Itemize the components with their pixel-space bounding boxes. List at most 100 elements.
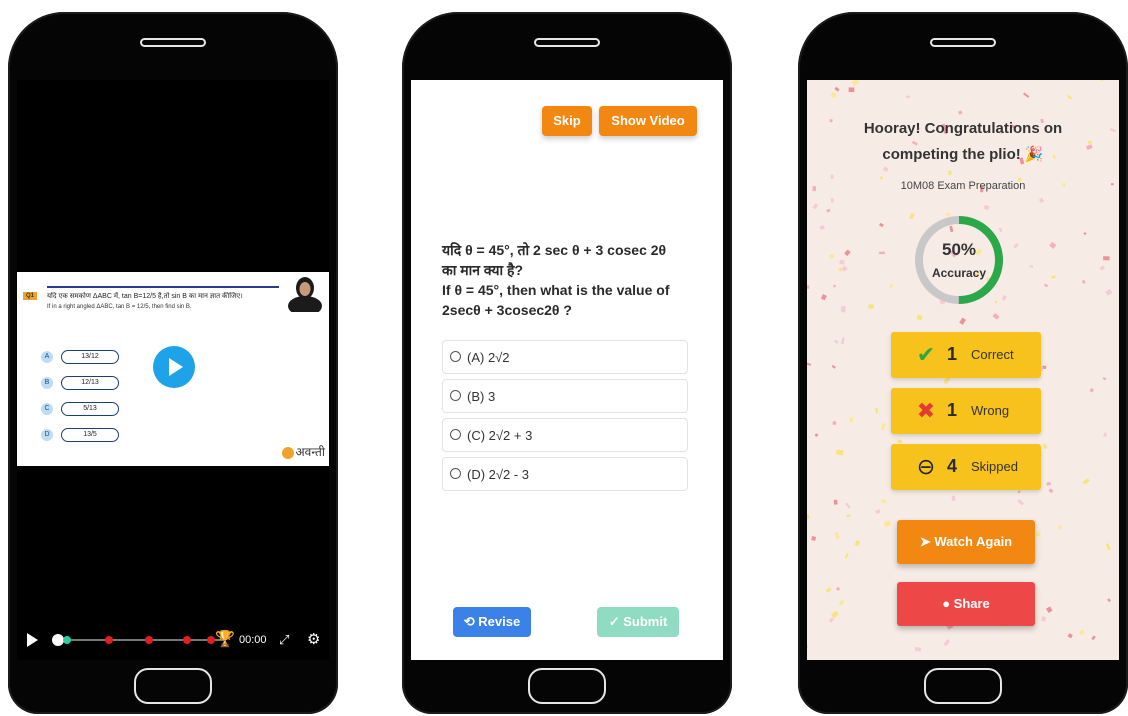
radio-icon[interactable] [450,390,461,401]
confetti-piece [1083,231,1087,236]
stat-correct: ✔ 1 Correct [891,332,1041,378]
home-button[interactable] [924,668,1002,704]
share-button[interactable]: ● Share [897,582,1035,626]
question-line: का मान क्या है? [442,262,524,278]
time-display: 00:00 [239,634,267,646]
confetti-piece [880,423,886,431]
phone-result: Hooray! Congratulations on competing the… [798,12,1128,714]
confetti-piece [807,285,810,289]
confetti-piece [834,86,840,92]
gear-icon[interactable]: ⚙ [307,630,320,648]
confetti-piece [1067,94,1073,100]
speaker-grille [930,38,996,47]
brand-logo-icon [281,446,294,459]
phone-video-player: Q1 यदि एक समकोण ΔABC में, tan B=12/5 है,… [8,12,338,714]
confetti-piece [807,644,809,649]
congrats-title-line: Hooray! Congratulations on [863,120,1063,137]
radio-icon[interactable] [450,468,461,479]
confetti-piece [881,499,887,504]
stat-skipped: ⊖ 4 Skipped [891,444,1041,490]
choice-label: (A) 2√2 [467,350,510,365]
question-marker[interactable] [207,636,215,644]
option-value: 5/13 [61,402,119,416]
question-english-text: If in a right angled ΔABC, tan B = 12/5,… [47,304,192,310]
question-line: 2secθ + 3cosec2θ ? [442,302,572,318]
confetti-piece [838,599,845,606]
skip-button[interactable]: Skip [542,106,592,136]
confetti-piece [878,251,885,255]
confetti-piece [1049,241,1057,249]
question-marker[interactable] [105,636,113,644]
radio-icon[interactable] [450,429,461,440]
confetti-piece [875,509,881,515]
confetti-piece [807,514,810,520]
choice-b[interactable]: (B) 3 [442,379,688,413]
seek-bar[interactable]: 🏆 [52,631,235,648]
watch-again-button[interactable]: ➤ Watch Again [897,520,1035,564]
stat-label: Skipped [971,459,1018,474]
phone-question: Skip Show Video यदि θ = 45°, तो 2 sec θ … [402,12,732,714]
confetti-piece [1051,275,1056,279]
confetti-piece [830,197,834,203]
question-badge: Q1 [23,292,38,300]
play-overlay-button[interactable] [153,346,195,388]
question-marker[interactable] [145,636,153,644]
speaker-grille [534,38,600,47]
confetti-piece [831,610,839,619]
confetti-piece [819,225,825,230]
confetti-piece [880,176,883,180]
confetti-piece [812,203,819,210]
confetti-piece [836,449,844,456]
confetti-piece [1105,288,1113,296]
confetti-piece [889,283,894,288]
confetti-piece [1099,265,1105,271]
submit-button[interactable]: ✓ Submit [597,607,679,637]
choice-c[interactable]: (C) 2√2 + 3 [442,418,688,452]
confetti-piece [840,306,846,313]
confetti-piece [832,420,837,426]
question-underline [47,286,279,288]
video-frame[interactable]: Q1 यदि एक समकोण ΔABC में, tan B=12/5 है,… [17,272,329,466]
confetti-piece [875,408,879,414]
video-screen: Q1 यदि एक समकोण ΔABC में, tan B=12/5 है,… [17,80,329,660]
confetti-piece [831,364,836,369]
confetti-piece [807,362,812,366]
confetti-piece [848,87,855,93]
confetti-piece [1089,388,1094,393]
confetti-piece [983,204,990,211]
confetti-piece [959,317,967,325]
show-video-button[interactable]: Show Video [599,106,697,136]
home-button[interactable] [134,668,212,704]
home-button[interactable] [528,668,606,704]
confetti-piece [1013,242,1019,249]
question-text: यदि θ = 45°, तो 2 sec θ + 3 cosec 2θ का … [442,240,702,320]
confetti-piece [1091,635,1096,641]
confetti-piece [849,417,854,423]
accuracy-ring [915,216,1003,304]
stat-count: 1 [947,400,958,420]
confetti-piece [951,495,956,501]
confetti-piece [851,80,860,87]
plio-name: 10M08 Exam Preparation [900,180,1026,192]
fullscreen-icon[interactable]: ⤢ [279,632,289,648]
confetti-piece [916,314,923,321]
confetti-piece [1079,629,1085,635]
question-hindi-text: यदि एक समकोण ΔABC में, tan B=12/5 है,तो … [47,293,243,300]
confetti-piece [1043,283,1049,288]
confetti-piece [883,520,892,528]
radio-icon[interactable] [450,351,461,362]
question-marker[interactable] [183,636,191,644]
choice-a[interactable]: (A) 2√2 [442,340,688,374]
play-icon[interactable] [27,633,38,647]
confetti-piece [992,312,1000,320]
confetti-piece [838,267,843,272]
choice-d[interactable]: (D) 2√2 - 3 [442,457,688,491]
revise-button[interactable]: ⟲ Revise [453,607,531,637]
choice-label: (D) 2√2 - 3 [467,467,530,482]
confetti-piece [1017,490,1021,494]
confetti-piece [1041,616,1047,622]
choice-label: (B) 3 [467,389,496,404]
play-icon [169,358,183,376]
confetti-piece [811,536,817,542]
confetti-piece [943,639,951,647]
